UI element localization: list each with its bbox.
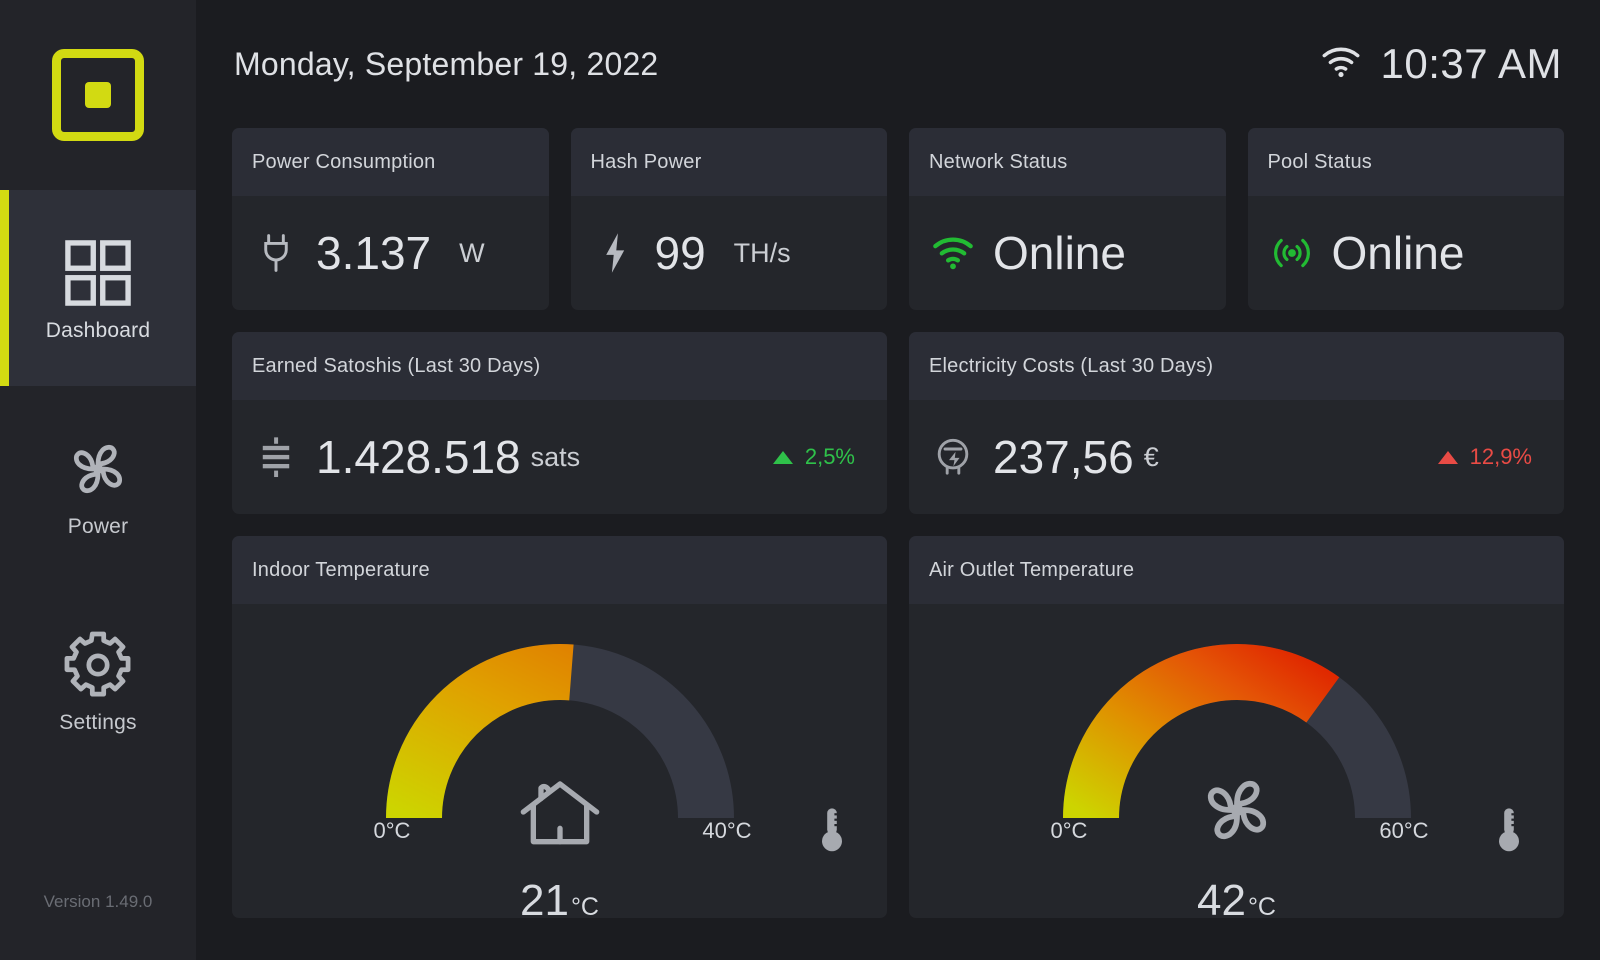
plug-icon (254, 231, 298, 275)
square-logo-inner (85, 82, 111, 108)
card-body: 99 TH/s (571, 196, 888, 310)
card-header: Hash Power (570, 128, 887, 196)
stat-unit: W (459, 237, 485, 268)
metric-unit: € (1143, 441, 1159, 472)
thermometer-icon (1495, 806, 1523, 854)
card-title: Power Consumption (252, 150, 436, 173)
sidebar: Dashboard Power Settings Version 1.49.0 (0, 0, 196, 960)
card-header: Pool Status (1247, 128, 1564, 196)
card-air-outlet-temperature: Air Outlet Temperature 0°C 60°C 42°C (909, 536, 1564, 918)
card-body: 1.428.518 sats 2,5% (232, 400, 887, 514)
sidebar-item-label: Dashboard (45, 319, 151, 342)
main-content: Monday, September 19, 2022 10:37 AM Powe… (196, 0, 1600, 960)
fan-icon (1191, 764, 1283, 856)
house-icon (514, 764, 606, 856)
gauge-max-label: 40°C (702, 818, 752, 843)
card-header: Air Outlet Temperature (909, 536, 1564, 604)
square-logo-icon (52, 49, 144, 141)
card-pool-status: Pool Status Online (1247, 128, 1565, 310)
delta-value: 2,5% (804, 444, 855, 469)
sidebar-item-settings[interactable]: Settings (0, 582, 196, 778)
sidebar-item-label: Settings (59, 711, 137, 734)
card-electricity-costs: Electricity Costs (Last 30 Days) 237,56 … (909, 332, 1564, 514)
card-title: Network Status (929, 150, 1068, 173)
gauge-value: 21 (519, 876, 569, 918)
metric-value: 1.428.518 (316, 431, 521, 483)
card-title: Electricity Costs (Last 30 Days) (929, 354, 1214, 377)
gauge-value: 42 (1196, 876, 1246, 918)
card-body: 237,56 € 12,9% (909, 400, 1564, 514)
wifi-icon (1319, 45, 1363, 84)
gauge-unit: °C (570, 893, 599, 918)
topbar: Monday, September 19, 2022 10:37 AM (232, 0, 1564, 128)
metric-delta: 12,9% (1437, 444, 1542, 470)
gear-icon (58, 625, 138, 705)
sidebar-item-label: Power (67, 515, 129, 538)
electric-meter-icon (931, 434, 975, 480)
card-header: Earned Satoshis (Last 30 Days) (232, 332, 887, 400)
gauge-value-display: 42°C (1057, 876, 1417, 918)
grid-icon (58, 233, 138, 313)
arrow-up-icon (1437, 450, 1458, 464)
card-header: Network Status (909, 128, 1226, 196)
version-label: Version 1.49.0 (43, 892, 153, 911)
card-power-consumption: Power Consumption 3.137 W (232, 128, 549, 310)
card-body: Online (1248, 196, 1565, 310)
stat-unit: TH/s (733, 237, 791, 268)
metric-delta: 2,5% (772, 444, 865, 470)
app-logo (0, 0, 196, 190)
card-body: 0°C 40°C 21°C (232, 604, 887, 918)
stat-value: Online (993, 227, 1126, 279)
fan-icon (58, 429, 138, 509)
card-hash-power: Hash Power 99 TH/s (570, 128, 888, 310)
card-header: Electricity Costs (Last 30 Days) (909, 332, 1564, 400)
card-title: Hash Power (590, 150, 702, 173)
stat-value: 3.137 (316, 227, 432, 279)
card-title: Pool Status (1267, 150, 1372, 173)
gauge-min-label: 0°C (1050, 818, 1088, 843)
card-earned-satoshis: Earned Satoshis (Last 30 Days) 1.428.518… (232, 332, 887, 514)
card-header: Indoor Temperature (232, 536, 887, 604)
thermometer-icon (818, 806, 846, 854)
current-time: 10:37 AM (1380, 40, 1562, 87)
arrow-up-icon (772, 450, 793, 464)
sidebar-item-power[interactable]: Power (0, 386, 196, 582)
lightning-bolt-icon (593, 231, 637, 275)
stat-value: Online (1331, 227, 1465, 279)
card-indoor-temperature: Indoor Temperature 0°C 40°C 21°C (232, 536, 887, 918)
gauge-unit: °C (1247, 893, 1276, 918)
current-date: Monday, September 19, 2022 (234, 45, 659, 82)
gauge-air-outlet-temperature: 0°C 60°C 42°C (1051, 638, 1519, 918)
broadcast-icon (1270, 234, 1314, 272)
gauge-min-label: 0°C (373, 818, 411, 843)
card-title: Air Outlet Temperature (929, 558, 1135, 581)
card-body: 3.137 W (232, 196, 549, 310)
sidebar-item-dashboard[interactable]: Dashboard (0, 190, 196, 386)
metrics-row: Earned Satoshis (Last 30 Days) 1.428.518… (232, 332, 1564, 514)
dashboard-app: Dashboard Power Settings Version 1.49.0 … (0, 0, 1600, 960)
gauges-row: Indoor Temperature 0°C 40°C 21°C Air Out… (232, 536, 1564, 918)
card-header: Power Consumption (232, 128, 549, 196)
stat-value: 99 (654, 227, 706, 279)
card-title: Indoor Temperature (252, 558, 430, 581)
card-title: Earned Satoshis (Last 30 Days) (252, 354, 541, 377)
gauge-value-display: 21°C (380, 876, 740, 918)
card-body: Online (909, 196, 1226, 310)
satoshi-icon (254, 434, 298, 480)
metric-value: 237,56 (993, 431, 1134, 483)
clock-area: 10:37 AM (1319, 40, 1562, 88)
metric-unit: sats (530, 441, 581, 472)
delta-value: 12,9% (1469, 444, 1532, 469)
card-body: 0°C 60°C 42°C (909, 604, 1564, 918)
stats-row: Power Consumption 3.137 W Hash Power 99 … (232, 128, 1564, 310)
card-network-status: Network Status Online (909, 128, 1226, 310)
wifi-icon (931, 235, 975, 271)
gauge-max-label: 60°C (1379, 818, 1429, 843)
gauge-indoor-temperature: 0°C 40°C 21°C (374, 638, 842, 918)
